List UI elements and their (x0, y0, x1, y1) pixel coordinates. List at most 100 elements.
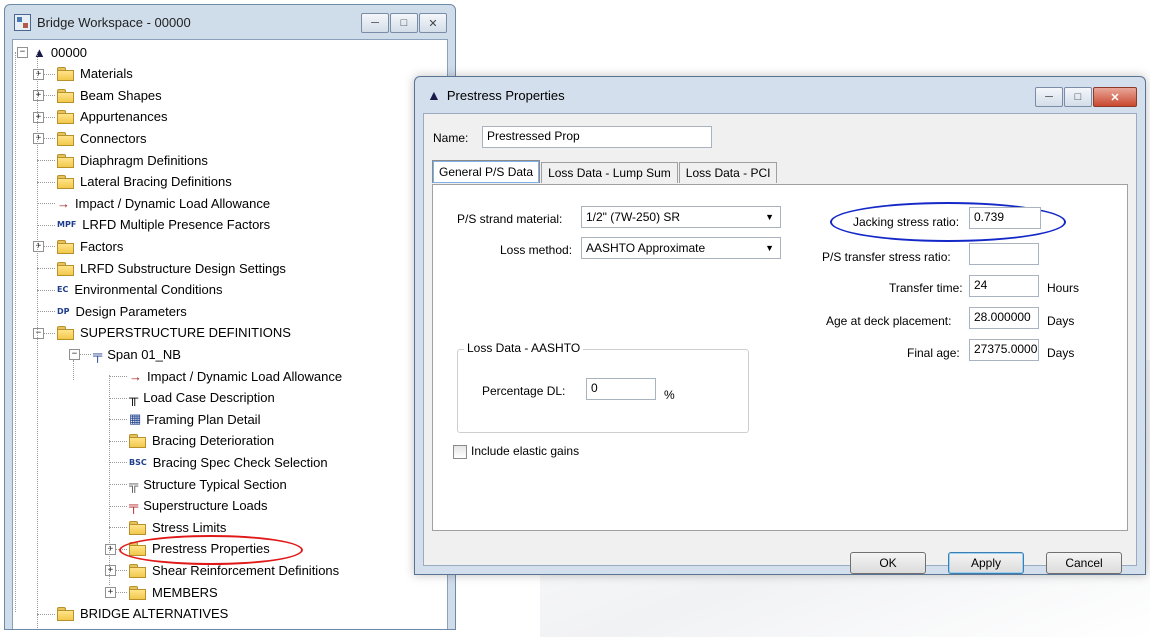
dialog-title: Prestress Properties (446, 87, 565, 103)
tree-connector (37, 311, 55, 313)
tree-item[interactable]: MPF LRFD Multiple Presence Factors (57, 215, 270, 235)
tree-item[interactable]: Shear Reinforcement Definitions (129, 560, 339, 580)
workspace-title-bar[interactable]: Bridge Workspace - 00000 ─ □ ✕ (5, 5, 455, 39)
dialog-body: Name: Prestressed Prop General P/S Data … (423, 113, 1137, 574)
prestress-properties-dialog: ▲ Prestress Properties ─ □ ✕ Name: Prest… (414, 76, 1146, 575)
jacking-stress-ratio-input[interactable]: 0.739 (969, 207, 1041, 229)
tree-item[interactable]: Connectors (57, 128, 146, 148)
tree-item[interactable]: Bracing Deterioration (129, 431, 274, 451)
tree-item[interactable]: DP Design Parameters (57, 301, 187, 321)
tab-loss-data-lump-sum[interactable]: Loss Data - Lump Sum (541, 162, 678, 183)
transfer-time-label: Transfer time: (889, 281, 963, 295)
tree-item[interactable]: EC Environmental Conditions (57, 280, 222, 300)
ps-strand-material-select[interactable]: 1/2" (7W-250) SR ▼ (581, 206, 781, 228)
apply-button[interactable]: Apply (948, 552, 1024, 574)
tree-item-label: Stress Limits (152, 519, 227, 535)
impact-arrow-icon: → (57, 195, 70, 211)
folder-icon (57, 88, 74, 103)
expand-icon[interactable]: + (105, 587, 116, 598)
name-input[interactable]: Prestressed Prop (482, 126, 712, 148)
percentage-dl-unit: % (664, 388, 675, 402)
folder-icon (57, 175, 74, 190)
tab-general-ps-data[interactable]: General P/S Data (432, 160, 541, 183)
minimize-button[interactable]: ─ (361, 13, 389, 33)
tree-item[interactable]: Beam Shapes (57, 85, 162, 105)
dialog-maximize-button[interactable]: □ (1064, 87, 1092, 107)
dialog-close-button[interactable]: ✕ (1093, 87, 1137, 107)
tree-item-label: Bracing Deterioration (152, 433, 275, 449)
tree-item[interactable]: → Impact / Dynamic Load Allowance (57, 193, 270, 213)
tree-item-label: Beam Shapes (80, 87, 162, 103)
expand-icon[interactable]: + (33, 90, 44, 102)
include-elastic-gains-checkbox[interactable] (453, 445, 467, 459)
expand-icon[interactable]: + (105, 543, 116, 555)
tree-item[interactable]: ╤ Superstructure Loads (129, 496, 268, 516)
expand-icon[interactable]: + (33, 241, 44, 253)
ps-strand-material-label: P/S strand material: (457, 212, 563, 226)
expand-icon[interactable]: + (105, 565, 116, 577)
ok-button[interactable]: OK (850, 552, 926, 574)
tree-connector (37, 160, 55, 161)
expand-icon[interactable]: + (33, 68, 44, 80)
age-at-deck-placement-input[interactable]: 28.000000 (969, 307, 1039, 329)
dialog-title-bar[interactable]: ▲ Prestress Properties ─ □ ✕ (415, 77, 1145, 113)
tree-connector (109, 462, 127, 464)
transfer-time-input[interactable]: 24 (969, 275, 1039, 297)
folder-icon (57, 67, 74, 82)
percentage-dl-input[interactable]: 0 (586, 378, 656, 400)
tree-item-label: Load Case Description (143, 390, 275, 406)
loss-method-select[interactable]: AASHTO Approximate ▼ (581, 237, 781, 259)
tree-item-label: Impact / Dynamic Load Allowance (75, 195, 271, 211)
tree-connector (109, 505, 127, 507)
close-button[interactable]: ✕ (419, 13, 447, 33)
tree-item[interactable]: Lateral Bracing Definitions (57, 172, 232, 192)
collapse-icon[interactable]: − (33, 327, 44, 339)
tree-connector (37, 268, 55, 269)
ec-icon: EC (57, 285, 69, 295)
tree-item[interactable]: → Impact / Dynamic Load Allowance (129, 366, 342, 386)
final-age-input[interactable]: 27375.0000 (969, 339, 1039, 361)
tab-loss-data-pci[interactable]: Loss Data - PCI (678, 162, 778, 183)
collapse-icon[interactable]: − (69, 349, 80, 361)
framing-plan-icon: ▦ (129, 411, 142, 427)
collapse-icon[interactable]: − (17, 47, 28, 58)
tree-item-label: Environmental Conditions (74, 282, 223, 298)
folder-icon (129, 585, 146, 600)
span-icon: ╤ (93, 346, 103, 362)
workspace-app-icon (14, 13, 31, 31)
age-at-deck-placement-unit: Days (1047, 314, 1075, 328)
tree-item[interactable]: ▦ Framing Plan Detail (129, 409, 260, 429)
tree-connector (109, 440, 127, 442)
bridge-workspace-window: Bridge Workspace - 00000 ─ □ ✕ − ▲ 00000 + M… (4, 4, 456, 630)
tree-connector (37, 181, 55, 183)
tree-item[interactable]: Factors (57, 236, 123, 256)
ps-transfer-stress-ratio-input[interactable] (969, 243, 1039, 265)
tree-item[interactable]: ╦ Structure Typical Section (129, 474, 287, 494)
tree-item[interactable]: MEMBERS (129, 582, 218, 602)
expand-icon[interactable]: + (33, 133, 44, 145)
chevron-down-icon: ▼ (765, 243, 774, 253)
cancel-button[interactable]: Cancel (1046, 552, 1122, 574)
tree-item[interactable]: ╥ Load Case Description (129, 388, 275, 408)
tree-item[interactable]: BRIDGE ALTERNATIVES (57, 604, 228, 624)
chevron-down-icon: ▼ (765, 212, 774, 222)
expand-icon[interactable]: + (33, 111, 44, 123)
tree-item[interactable]: LRFD Substructure Design Settings (57, 258, 286, 278)
folder-icon (57, 607, 74, 622)
bridge-icon: ▲ (33, 44, 46, 60)
tree-item-label: Appurtenances (80, 109, 168, 125)
maximize-button[interactable]: □ (390, 13, 418, 33)
tree-item[interactable]: Appurtenances (57, 107, 167, 127)
tree-item[interactable]: Materials (57, 64, 133, 84)
tree-item[interactable]: ╤ Span 01_NB (93, 344, 181, 364)
tree-item-label: LRFD Multiple Presence Factors (82, 217, 271, 233)
tree-item-label: 00000 (50, 44, 88, 60)
tree-item[interactable]: SUPERSTRUCTURE DEFINITIONS (57, 323, 291, 343)
tree-connector (109, 484, 127, 485)
dialog-minimize-button[interactable]: ─ (1035, 87, 1063, 107)
tree-item[interactable]: ▲ 00000 (33, 42, 87, 62)
percentage-dl-label: Percentage DL: (482, 384, 566, 398)
tree-item[interactable]: BSC Bracing Spec Check Selection (129, 452, 328, 472)
tree-item[interactable]: Diaphragm Definitions (57, 150, 208, 170)
tree-item-label: BRIDGE ALTERNATIVES (80, 606, 229, 622)
